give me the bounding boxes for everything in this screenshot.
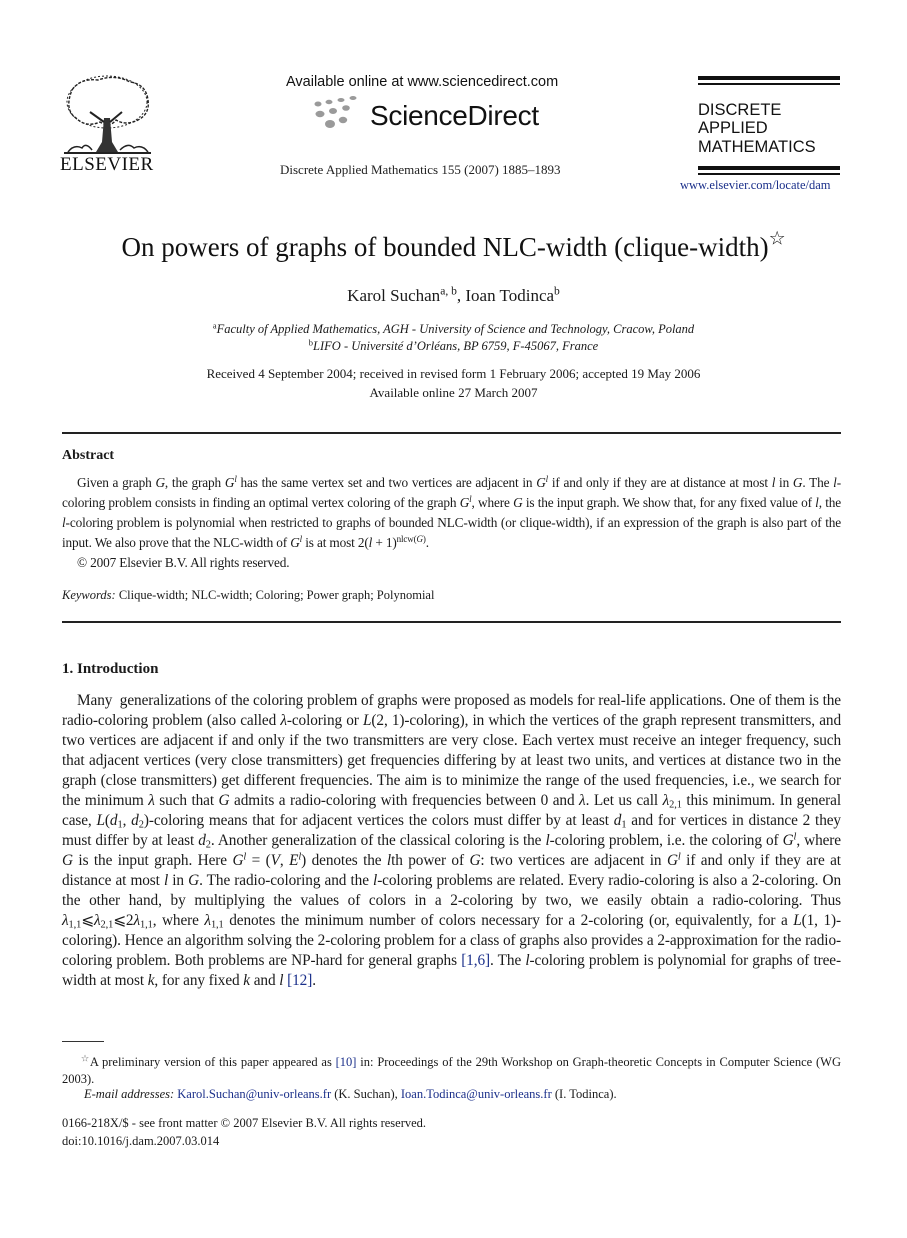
abstract-heading: Abstract <box>62 448 115 463</box>
affiliation-b: bLIFO - Université d’Orléans, BP 6759, F… <box>0 338 907 354</box>
email-owner: (I. Todinca). <box>551 1087 617 1101</box>
journal-reference: Discrete Applied Mathematics 155 (2007) … <box>280 162 561 177</box>
author-affiliation-mark: b <box>554 284 560 298</box>
keywords-text: Clique-width; NLC-width; Coloring; Power… <box>118 588 435 602</box>
available-online-date: Available online 27 March 2007 <box>369 385 538 400</box>
email-owner: (K. Suchan), <box>331 1087 401 1101</box>
section-heading-introduction: 1. Introduction <box>62 661 159 677</box>
citation-link[interactable]: [1,6] <box>461 952 490 969</box>
affiliation-a: aFaculty of Applied Mathematics, AGH - U… <box>0 321 907 337</box>
journal-masthead: DISCRETE APPLIED MATHEMATICS <box>698 76 840 175</box>
masthead-rule-top <box>698 76 840 80</box>
title-footnote-star-icon[interactable]: ☆ <box>769 229 786 250</box>
footnote-text: A preliminary version of this paper appe… <box>89 1055 336 1069</box>
divider-top <box>62 432 841 434</box>
journal-title: DISCRETE APPLIED MATHEMATICS <box>698 101 840 157</box>
email-link[interactable]: Karol.Suchan@univ-orleans.fr <box>177 1087 331 1101</box>
footnote-star-icon: ☆ <box>80 1054 90 1065</box>
sciencedirect-wordmark: ScienceDirect <box>370 100 539 131</box>
abstract-paragraph: Given a graph G, the graph Gl has the sa… <box>62 474 841 550</box>
article-title-text: On powers of graphs of bounded NLC-width… <box>121 232 769 262</box>
abstract-copyright: © 2007 Elsevier B.V. All rights reserved… <box>77 555 290 570</box>
introduction-body: Many generalizations of the coloring pro… <box>62 691 841 991</box>
abstract-body: Given a graph G, the graph Gl has the sa… <box>62 473 841 573</box>
received-dates: Received 4 September 2004; received in r… <box>206 366 701 381</box>
footnote-rule <box>62 1041 104 1042</box>
doi[interactable]: doi:10.1016/j.dam.2007.03.014 <box>62 1134 219 1149</box>
footnote-preliminary-version: ☆A preliminary version of this paper app… <box>62 1054 841 1088</box>
masthead-rule-bottom-thin <box>698 173 840 175</box>
journal-title-line: MATHEMATICS <box>698 137 816 156</box>
author-list: Karol Suchana, b, Ioan Todincab <box>0 284 907 306</box>
email-link[interactable]: Ioan.Todinca@univ-orleans.fr <box>401 1087 552 1101</box>
journal-title-line: DISCRETE <box>698 100 782 119</box>
introduction-paragraph: Many generalizations of the coloring pro… <box>62 692 842 989</box>
affiliation-text: Faculty of Applied Mathematics, AGH - Un… <box>216 322 695 336</box>
keywords-label: Keywords: <box>62 588 116 602</box>
author-affiliation-mark: a, b <box>440 284 457 298</box>
available-online-text: Available online at www.sciencedirect.co… <box>286 74 559 90</box>
journal-url-link[interactable]: www.elsevier.com/locate/dam <box>680 178 831 193</box>
publisher-name: ELSEVIER <box>60 154 154 175</box>
journal-title-line: APPLIED <box>698 119 768 137</box>
citation-link[interactable]: [12] <box>287 972 312 989</box>
masthead-rule-top-thin <box>698 83 840 85</box>
keywords: Keywords: Clique-width; NLC-width; Color… <box>62 588 434 603</box>
citation-link[interactable]: [10] <box>336 1055 357 1069</box>
article-title: On powers of graphs of bounded NLC-width… <box>0 229 907 263</box>
author-name: Karol Suchan <box>347 286 441 305</box>
issn-notice: 0166-218X/$ - see front matter © 2007 El… <box>62 1116 427 1130</box>
author-name: Ioan Todinca <box>465 286 555 305</box>
affiliation-text: LIFO - Université d’Orléans, BP 6759, F-… <box>313 339 599 353</box>
sciencedirect-dots-icon <box>314 96 357 128</box>
footnote-email-addresses: E-mail addresses: Karol.Suchan@univ-orle… <box>84 1087 617 1102</box>
email-label: E-mail addresses: <box>84 1087 175 1101</box>
divider-bottom <box>62 621 841 623</box>
masthead-rule-bottom <box>698 166 840 170</box>
